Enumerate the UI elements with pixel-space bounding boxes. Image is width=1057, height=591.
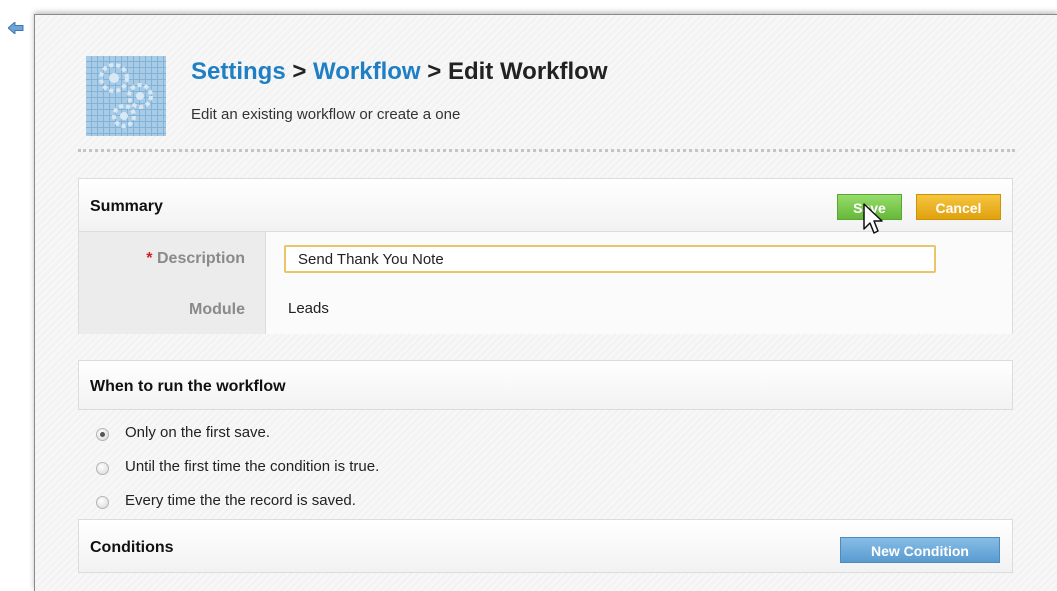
description-label-cell: * Description xyxy=(79,232,266,283)
back-arrow-icon[interactable] xyxy=(8,22,24,34)
description-label-text: Description xyxy=(156,250,245,267)
workflow-gears-icon xyxy=(86,56,166,136)
required-marker: * xyxy=(146,250,153,267)
summary-title: Summary xyxy=(90,198,163,215)
breadcrumb-settings-link[interactable]: Settings xyxy=(191,58,286,85)
breadcrumb-current-page: > Edit Workflow xyxy=(420,58,608,85)
run-option-label: Until the first time the condition is tr… xyxy=(125,458,380,475)
cancel-button[interactable]: Cancel xyxy=(916,194,1001,220)
description-row: * Description xyxy=(79,232,1012,284)
module-row: Module Leads xyxy=(79,283,1012,334)
conditions-section-header: Conditions New Condition xyxy=(78,519,1013,573)
summary-form: * Description Module Leads xyxy=(78,232,1013,334)
radio-button[interactable] xyxy=(96,462,109,475)
module-value: Leads xyxy=(288,300,329,317)
description-value-cell xyxy=(266,232,1012,283)
page-subtitle: Edit an existing workflow or create a on… xyxy=(191,106,461,123)
description-label: * Description xyxy=(146,250,245,268)
breadcrumb-separator: > xyxy=(285,58,314,85)
radio-button[interactable] xyxy=(96,496,109,509)
module-label: Module xyxy=(189,301,245,318)
radio-button-checked[interactable] xyxy=(96,428,109,441)
description-input[interactable] xyxy=(284,245,936,273)
run-option-label: Only on the first save. xyxy=(125,424,271,441)
breadcrumb: Settings > Workflow > Edit Workflow xyxy=(191,58,608,86)
module-label-cell: Module xyxy=(79,283,266,334)
new-condition-button[interactable]: New Condition xyxy=(840,537,1000,563)
run-section-header: When to run the workflow xyxy=(78,360,1013,410)
run-section-title: When to run the workflow xyxy=(90,378,286,395)
run-option-label: Every time the the record is saved. xyxy=(125,492,356,509)
breadcrumb-workflow-link[interactable]: Workflow xyxy=(313,58,421,85)
mouse-pointer-icon xyxy=(863,203,883,234)
header-divider xyxy=(78,149,1015,152)
conditions-title: Conditions xyxy=(90,539,174,556)
module-value-cell: Leads xyxy=(266,283,1012,334)
